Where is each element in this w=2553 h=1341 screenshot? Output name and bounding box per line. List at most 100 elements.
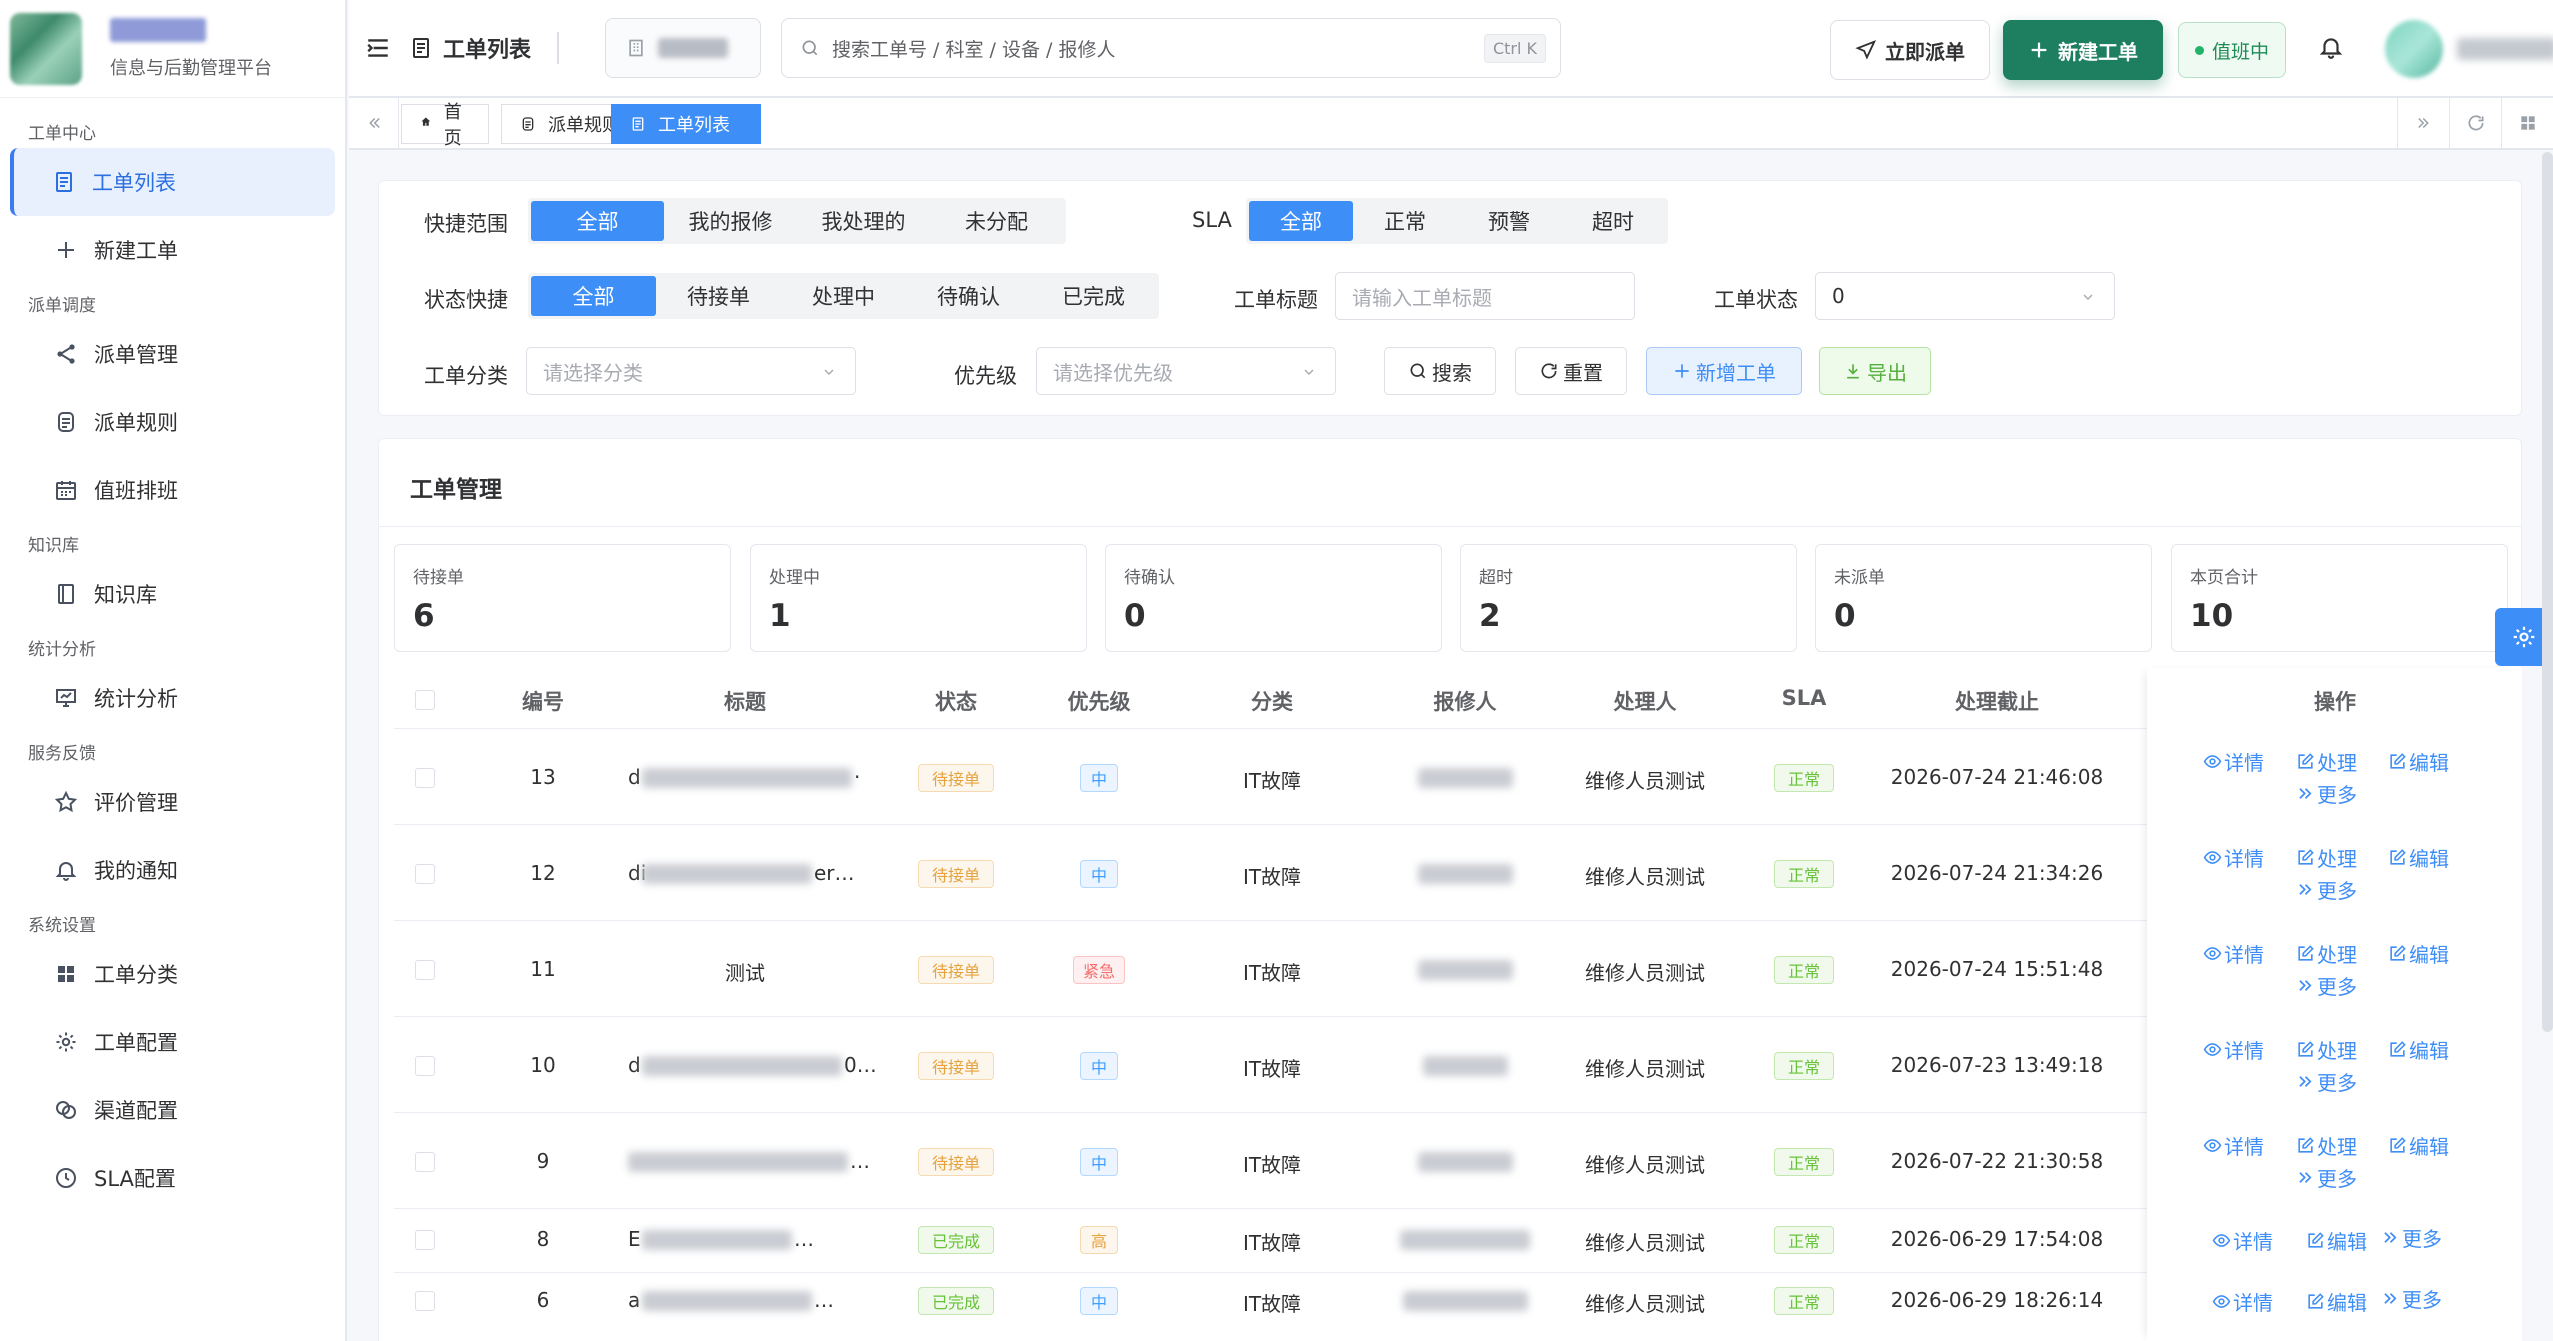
process-link[interactable]: 处理 — [2296, 1131, 2357, 1160]
search-icon — [802, 40, 818, 56]
detail-link[interactable]: 详情 — [2203, 1035, 2264, 1064]
tabs-scroll-left-icon[interactable] — [349, 98, 399, 148]
ticket-title[interactable]: d — [628, 765, 641, 789]
column-header[interactable]: 报修人 — [1395, 686, 1535, 716]
segment-option[interactable]: 我处理的 — [797, 201, 930, 241]
detail-link[interactable]: 详情 — [2212, 1287, 2273, 1316]
edit-link[interactable]: 编辑 — [2306, 1226, 2367, 1255]
row-checkbox[interactable] — [415, 768, 435, 788]
segment-option[interactable]: 已完成 — [1031, 276, 1156, 316]
search-button[interactable]: 搜索 — [1384, 347, 1496, 395]
add-ticket-button[interactable]: 新增工单 — [1646, 347, 1802, 395]
title-input[interactable]: 请输入工单标题 — [1335, 272, 1635, 320]
more-link[interactable]: 更多 — [2296, 779, 2357, 808]
segment-option[interactable]: 正常 — [1353, 201, 1457, 241]
process-link[interactable]: 处理 — [2296, 843, 2357, 872]
more-link[interactable]: 更多 — [2296, 1067, 2357, 1096]
segment-option[interactable]: 处理中 — [781, 276, 906, 316]
more-link[interactable]: 更多 — [2381, 1223, 2442, 1252]
priority-select[interactable]: 请选择优先级 — [1036, 347, 1336, 395]
column-header[interactable]: 处理人 — [1575, 686, 1715, 716]
segment-option[interactable]: 待接单 — [656, 276, 781, 316]
process-link[interactable]: 处理 — [2296, 939, 2357, 968]
page-scrollbar[interactable] — [2542, 152, 2553, 1032]
global-search-input[interactable]: 搜索工单号 / 科室 / 设备 / 报修人 Ctrl K — [781, 18, 1562, 78]
more-link[interactable]: 更多 — [2296, 875, 2357, 904]
ticket-title[interactable]: a — [628, 1288, 640, 1312]
column-header[interactable]: 标题 — [675, 686, 815, 716]
dispatch-now-button[interactable]: 立即派单 — [1830, 20, 1990, 80]
ticket-title[interactable]: 测试 — [655, 957, 835, 986]
edit-link[interactable]: 编辑 — [2388, 1035, 2449, 1064]
sidebar-item[interactable]: 派单管理 — [10, 320, 335, 388]
segment-option[interactable]: 全部 — [531, 201, 664, 241]
sidebar-item[interactable]: 我的通知 — [10, 836, 335, 904]
column-header[interactable]: SLA — [1734, 686, 1874, 710]
ticket-title[interactable]: E — [628, 1227, 641, 1251]
detail-link[interactable]: 详情 — [2212, 1226, 2273, 1255]
segment-option[interactable]: 超时 — [1561, 201, 1665, 241]
column-header[interactable]: 状态 — [886, 686, 1026, 716]
user-menu[interactable] — [2385, 20, 2553, 78]
process-link[interactable]: 处理 — [2296, 1035, 2357, 1064]
row-checkbox[interactable] — [415, 864, 435, 884]
sidebar-item[interactable]: 工单分类 — [10, 940, 335, 1008]
edit-link[interactable]: 编辑 — [2388, 1131, 2449, 1160]
new-ticket-button[interactable]: 新建工单 — [2003, 20, 2163, 80]
column-header[interactable]: 分类 — [1202, 686, 1342, 716]
edit-link[interactable]: 编辑 — [2388, 843, 2449, 872]
detail-link[interactable]: 详情 — [2203, 843, 2264, 872]
category-select[interactable]: 请选择分类 — [526, 347, 856, 395]
segment-option[interactable]: 未分配 — [930, 201, 1063, 241]
row-checkbox[interactable] — [415, 1230, 435, 1250]
edit-link[interactable]: 编辑 — [2388, 747, 2449, 776]
column-header[interactable]: 处理截止 — [1927, 686, 2067, 716]
sidebar-item[interactable]: 值班排班 — [10, 456, 335, 524]
column-header[interactable]: 编号 — [473, 686, 613, 716]
sidebar-item[interactable]: 工单配置 — [10, 1008, 335, 1076]
segment-option[interactable]: 预警 — [1457, 201, 1561, 241]
layout-grid-icon[interactable] — [2501, 98, 2553, 148]
sidebar-item[interactable]: 工单列表 — [10, 148, 335, 216]
tabs-scroll-right-icon[interactable] — [2397, 98, 2449, 148]
menu-toggle-icon[interactable] — [365, 35, 391, 61]
segment-option[interactable]: 待确认 — [906, 276, 1031, 316]
row-checkbox[interactable] — [415, 1056, 435, 1076]
sidebar-item[interactable]: SLA配置 — [10, 1144, 335, 1212]
segment-option[interactable]: 全部 — [531, 276, 656, 316]
detail-link[interactable]: 详情 — [2203, 747, 2264, 776]
segment-option[interactable]: 全部 — [1249, 201, 1353, 241]
tenant-switcher[interactable] — [605, 18, 762, 78]
segment-option[interactable]: 我的报修 — [664, 201, 797, 241]
duty-status-badge[interactable]: 值班中 — [2178, 22, 2286, 78]
process-link[interactable]: 处理 — [2296, 747, 2357, 776]
more-link[interactable]: 更多 — [2296, 971, 2357, 1000]
notification-bell-icon[interactable] — [2318, 34, 2344, 60]
eye-icon — [2203, 1040, 2222, 1059]
row-checkbox[interactable] — [415, 960, 435, 980]
more-link[interactable]: 更多 — [2296, 1163, 2357, 1192]
detail-link[interactable]: 详情 — [2203, 1131, 2264, 1160]
sidebar-item[interactable]: 评价管理 — [10, 768, 335, 836]
row-checkbox[interactable] — [415, 1291, 435, 1311]
reset-button[interactable]: 重置 — [1515, 347, 1627, 395]
ticket-title[interactable]: d — [628, 1053, 641, 1077]
sidebar-item[interactable]: 新建工单 — [10, 216, 335, 284]
tab[interactable]: 工单列表 — [611, 104, 761, 144]
edit-link[interactable]: 编辑 — [2306, 1287, 2367, 1316]
row-checkbox[interactable] — [415, 1152, 435, 1172]
edit-link[interactable]: 编辑 — [2388, 939, 2449, 968]
sidebar-item[interactable]: 统计分析 — [10, 664, 335, 732]
select-all-checkbox[interactable] — [415, 690, 435, 710]
sidebar-item[interactable]: 知识库 — [10, 560, 335, 628]
more-link[interactable]: 更多 — [2381, 1284, 2442, 1313]
sidebar-item[interactable]: 渠道配置 — [10, 1076, 335, 1144]
column-header[interactable]: 优先级 — [1029, 686, 1169, 716]
refresh-icon[interactable] — [2449, 98, 2501, 148]
priority-select-placeholder: 请选择优先级 — [1053, 360, 1173, 385]
sidebar-item[interactable]: 派单规则 — [10, 388, 335, 456]
tab[interactable]: 首页 — [401, 102, 489, 149]
detail-link[interactable]: 详情 — [2203, 939, 2264, 968]
export-button[interactable]: 导出 — [1819, 347, 1931, 395]
status-select[interactable]: 0 — [1815, 272, 2115, 320]
